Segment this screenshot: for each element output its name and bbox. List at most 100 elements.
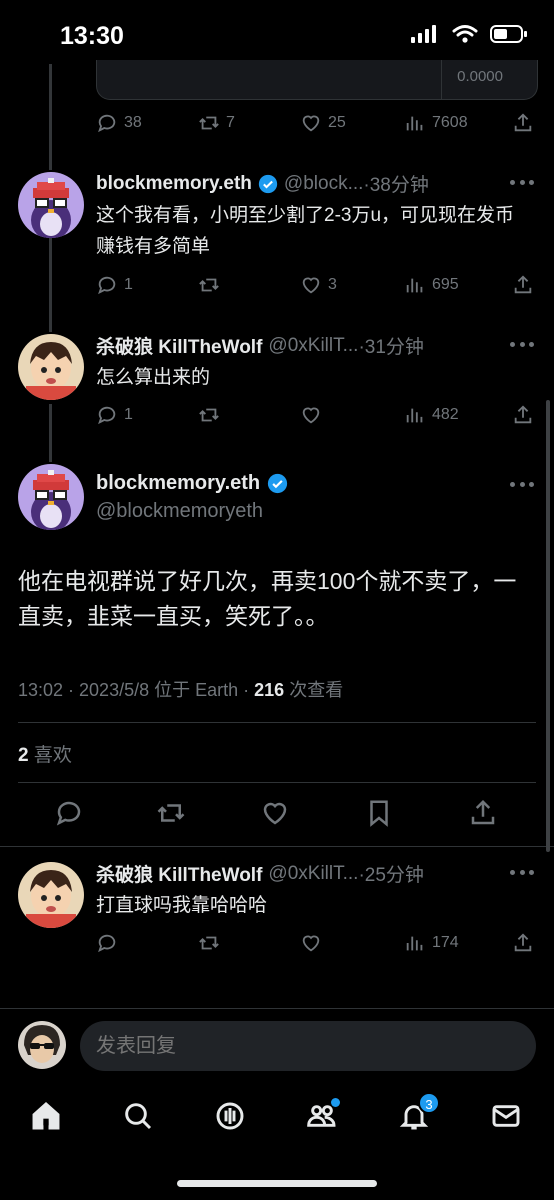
embedded-card[interactable]: 0.0000 — [96, 60, 538, 100]
reply-icon — [98, 276, 116, 295]
tweet-text: 打直球吗我靠哈哈哈 — [96, 895, 268, 916]
communities-dot — [331, 1098, 340, 1107]
avatar[interactable] — [18, 862, 84, 928]
reply-button[interactable] — [96, 932, 118, 954]
tab-spaces[interactable] — [214, 1100, 248, 1134]
author-handle[interactable]: @block... — [284, 173, 363, 195]
more-options-icon[interactable] — [510, 342, 534, 348]
share-button[interactable] — [512, 932, 534, 954]
more-options-icon[interactable] — [510, 870, 534, 876]
user-avatar-image — [18, 1021, 66, 1069]
tweet-time[interactable]: ·38分钟 — [363, 170, 428, 197]
more-options-icon[interactable] — [510, 180, 534, 186]
views-button[interactable]: 7608 — [404, 112, 468, 134]
like-button[interactable]: 3 — [300, 274, 337, 296]
spaces-icon — [216, 1102, 244, 1130]
reply-button[interactable]: 38 — [96, 112, 142, 134]
tab-communities[interactable] — [306, 1098, 340, 1134]
tab-messages[interactable] — [490, 1100, 524, 1134]
reply-button[interactable]: 1 — [96, 274, 133, 296]
reply-icon — [98, 934, 116, 953]
tab-notifications[interactable]: 3 — [398, 1092, 440, 1134]
retweet-button[interactable] — [198, 932, 220, 954]
tweet-time[interactable]: ·25分钟 — [358, 860, 423, 887]
views-button[interactable]: 482 — [404, 404, 459, 426]
retweet-icon — [199, 278, 219, 292]
tab-home[interactable] — [30, 1100, 64, 1134]
avatar[interactable] — [18, 172, 84, 238]
author-handle[interactable]: @0xKillT... — [268, 335, 358, 357]
retweet-button[interactable]: 7 — [198, 112, 235, 134]
avatar[interactable] — [18, 464, 84, 530]
tweet-actions: 38 7 25 7608 — [96, 108, 536, 138]
reply-count: 1 — [124, 276, 133, 293]
share-button[interactable] — [512, 404, 534, 426]
like-button[interactable]: 25 — [300, 112, 346, 134]
retweet-button[interactable] — [198, 274, 220, 296]
tab-search[interactable] — [122, 1100, 156, 1134]
tweet-timestamp: 13:02 · 2023/5/8 位于 Earth · — [18, 680, 255, 700]
tweet-header: blockmemory.eth @block... ·38分钟 — [96, 170, 536, 197]
main-tweet-text: 他在电视群说了好几次，再卖100个就不卖了，一直卖，韭菜一直买，笑死了。。 — [18, 568, 517, 629]
bookmark-button[interactable] — [364, 798, 394, 828]
author-name[interactable]: blockmemory.eth — [96, 173, 252, 195]
reply-icon — [98, 406, 116, 425]
penguin-avatar-image — [18, 172, 84, 238]
views-count: 7608 — [432, 114, 468, 131]
likes-count: 2 — [18, 745, 29, 766]
reply-count: 38 — [124, 114, 142, 131]
retweet-icon — [199, 936, 219, 950]
likes-summary[interactable]: 2 喜欢 — [18, 740, 72, 767]
reply-input[interactable] — [80, 1021, 536, 1071]
my-avatar[interactable] — [18, 1021, 66, 1069]
more-options-icon[interactable] — [510, 482, 534, 488]
retweet-icon — [199, 116, 219, 130]
author-name[interactable]: blockmemory.eth — [96, 472, 260, 495]
views-button[interactable]: 695 — [404, 274, 459, 296]
scrollbar[interactable] — [546, 400, 550, 852]
thread-line — [49, 64, 52, 170]
views-count: 695 — [432, 276, 459, 293]
views-count[interactable]: 216 — [254, 680, 284, 700]
heart-icon — [302, 115, 320, 132]
avatar[interactable] — [18, 334, 84, 400]
retweet-button[interactable] — [156, 798, 186, 828]
share-icon — [514, 275, 532, 294]
share-button[interactable] — [468, 798, 498, 828]
views-icon — [406, 278, 423, 293]
share-button[interactable] — [512, 274, 534, 296]
like-button[interactable] — [300, 932, 322, 954]
heart-icon — [263, 802, 287, 825]
tweet-meta: 13:02 · 2023/5/8 位于 Earth · 216 次查看 — [18, 676, 343, 702]
likes-label: 喜欢 — [28, 745, 72, 766]
home-indicator — [177, 1180, 377, 1187]
like-button[interactable] — [300, 404, 322, 426]
reply-button[interactable]: 1 — [96, 404, 133, 426]
verified-badge-icon — [258, 174, 278, 193]
retweet-icon — [199, 408, 219, 422]
retweet-count: 7 — [226, 114, 235, 131]
author-name[interactable]: 杀破狼 KillTheWolf — [96, 332, 262, 359]
share-icon — [471, 799, 495, 825]
penguin-avatar-image — [18, 464, 84, 530]
tweet-actions: 1 3 695 — [96, 270, 536, 300]
reply-icon — [98, 114, 116, 133]
anime-avatar-image — [18, 862, 84, 928]
notifications-badge: 3 — [418, 1092, 440, 1114]
author-handle[interactable]: @blockmemoryeth — [96, 500, 263, 523]
tweet-header: 杀破狼 KillTheWolf @0xKillT... ·25分钟 — [96, 860, 536, 887]
like-count: 3 — [328, 276, 337, 293]
reply-button[interactable] — [54, 798, 84, 828]
thread-line — [49, 404, 52, 462]
share-button[interactable] — [512, 112, 534, 134]
like-button[interactable] — [260, 798, 290, 828]
bookmark-icon — [370, 800, 388, 827]
views-button[interactable]: 174 — [404, 932, 459, 954]
tweet-header: 杀破狼 KillTheWolf @0xKillT... ·31分钟 — [96, 332, 536, 359]
author-handle[interactable]: @0xKillT... — [268, 863, 358, 885]
tweet-time[interactable]: ·31分钟 — [358, 332, 423, 359]
search-icon — [125, 1103, 152, 1130]
retweet-button[interactable] — [198, 404, 220, 426]
cellular-signal-icon — [411, 25, 436, 43]
author-name[interactable]: 杀破狼 KillTheWolf — [96, 860, 262, 887]
